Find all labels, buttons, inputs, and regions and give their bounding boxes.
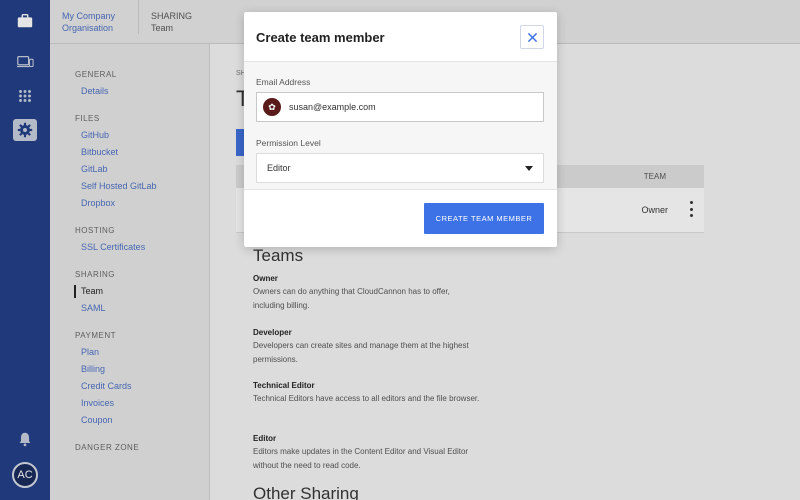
email-field-wrapper: ✿	[256, 92, 544, 122]
dialog-header: Create team member	[244, 12, 557, 62]
email-label: Email Address	[256, 77, 311, 87]
user-avatar-icon: ✿	[263, 98, 281, 116]
chevron-down-icon	[525, 165, 533, 171]
permission-label: Permission Level	[256, 138, 321, 148]
create-team-member-button[interactable]: CREATE TEAM MEMBER	[424, 203, 544, 234]
permission-value: Editor	[267, 163, 291, 173]
close-icon	[527, 32, 537, 42]
permission-select[interactable]: Editor	[256, 153, 544, 183]
dialog-title: Create team member	[256, 30, 385, 45]
email-field[interactable]	[289, 102, 529, 112]
close-button[interactable]	[520, 25, 544, 49]
create-team-member-dialog: Create team member Email Address ✿ Permi…	[244, 12, 557, 247]
dialog-footer: CREATE TEAM MEMBER	[244, 190, 557, 246]
dialog-body: Email Address ✿ Permission Level Editor	[244, 62, 557, 190]
